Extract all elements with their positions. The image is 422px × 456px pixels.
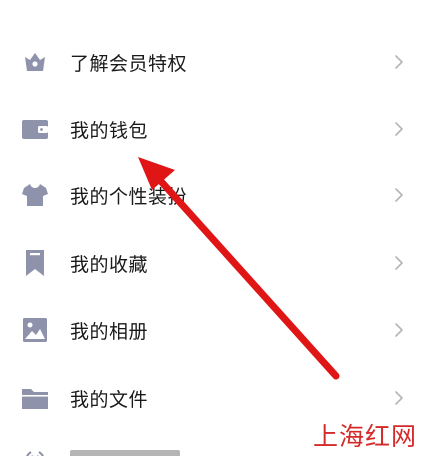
chevron-right-icon (392, 188, 406, 202)
chevron-right-icon (392, 256, 406, 270)
menu-item-label: 我的收藏 (70, 253, 149, 276)
partial-menu-label (70, 446, 180, 456)
crown-gem-icon (20, 47, 50, 77)
menu-item-label: 我的个性装扮 (70, 185, 188, 208)
folder-icon (20, 383, 50, 413)
wallet-icon (20, 114, 50, 144)
menu-item-member-privileges[interactable]: 了解会员特权 (0, 29, 422, 95)
watermark-text: 上海红网 (313, 422, 418, 451)
menu-item-personal-dressup[interactable]: 我的个性装扮 (0, 162, 422, 228)
bookmark-icon (20, 248, 50, 278)
menu-item-label: 我的相册 (70, 320, 149, 343)
tshirt-icon (20, 180, 50, 210)
chevron-right-icon (392, 122, 406, 136)
broadcast-icon (20, 446, 50, 456)
menu-item-label: 了解会员特权 (70, 52, 188, 75)
menu-item-favorites[interactable]: 我的收藏 (0, 230, 422, 296)
menu-item-label: 我的文件 (70, 388, 149, 411)
chevron-right-icon (392, 391, 406, 405)
chevron-right-icon (392, 55, 406, 69)
photo-icon (20, 315, 50, 345)
menu-item-wallet[interactable]: 我的钱包 (0, 96, 422, 162)
settings-menu-screen: 了解会员特权 我的钱包 我的个性装扮 我的收藏 我的相册 我的文件 上海红网 (0, 0, 422, 456)
chevron-right-icon (392, 323, 406, 337)
menu-item-label: 我的钱包 (70, 119, 149, 142)
menu-item-album[interactable]: 我的相册 (0, 297, 422, 363)
